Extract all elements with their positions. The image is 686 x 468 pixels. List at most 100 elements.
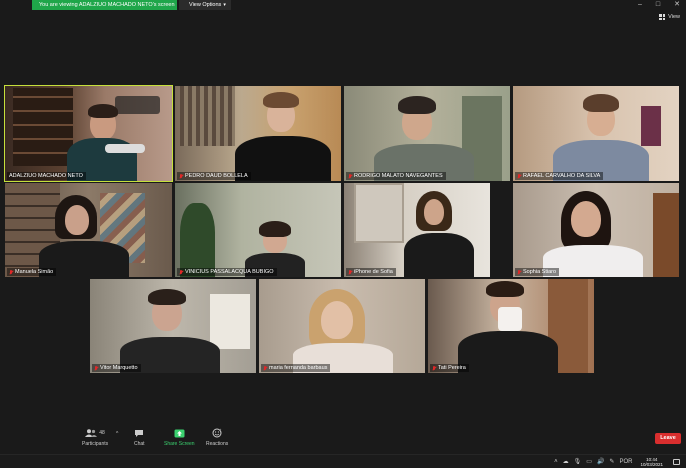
participant-name: Sophia Stiaro [523,269,557,275]
video-tile[interactable]: maria fernanda barbaus [259,279,425,373]
plant [180,203,215,277]
chat-button[interactable]: Chat [134,428,145,447]
microphone-icon[interactable]: 🎙 [574,455,582,468]
mic-muted-icon [432,365,436,371]
participants-label: Participants [82,441,109,447]
video-tile[interactable]: RAFAEL CARVALHO DA SILVA [513,86,679,181]
participant-name-tag: Tati Pereira [430,364,469,372]
participant-name: Vitor Marquetto [100,365,138,371]
video-tile[interactable]: Vitor Marquetto [90,279,256,373]
door [653,193,679,277]
participant-hair [486,281,524,297]
notifications-icon[interactable] [673,459,680,465]
participants-icon: 48 [85,428,105,438]
video-tile[interactable]: PEDRO DAUD BOLLELA [175,86,341,181]
title-bar: You are viewing ADALZIUO MACHADO NETO's … [0,0,686,10]
window-blinds [180,86,235,146]
participant-face [571,201,601,237]
view-button-label: View [668,14,680,20]
minimize-button[interactable]: – [638,0,642,10]
participant-face [321,301,353,339]
mic-muted-icon [517,173,521,179]
participant-name-tag: RODRIGO MALATO NAVEGANTES [346,172,446,180]
chevron-down-icon: ▾ [223,2,226,8]
participant-name: Tati Pereira [438,365,466,371]
network-icon[interactable]: ▭ [586,455,592,468]
video-tile[interactable]: iPhone de Sofia [344,183,490,277]
participant-body [404,233,474,277]
participant-name-tag: Vitor Marquetto [92,364,141,372]
cloud-icon[interactable]: ☁ [563,455,569,468]
video-tile[interactable]: RODRIGO MALATO NAVEGANTES [344,86,510,181]
windows-taskbar: ˄ ☁ 🎙 ▭ 🔊 ✎ POR 10:44 10/03/2021 [0,454,686,468]
view-options-button[interactable]: View Options ▾ [179,0,231,10]
meeting-toolbar: 48 Participants ^ Chat Share Screen + Re… [0,424,686,454]
close-button[interactable]: ✕ [674,0,680,10]
screen-share-banner: You are viewing ADALZIUO MACHADO NETO's … [32,0,177,10]
bookshelf [13,88,73,166]
participant-face [65,205,89,235]
video-tile[interactable]: Manuela Simão [5,183,172,277]
participant-hair [148,289,186,305]
language-indicator[interactable]: POR [619,455,632,468]
mic-muted-icon [348,269,352,275]
participant-name-tag: Sophia Stiaro [515,268,560,276]
participant-name: RAFAEL CARVALHO DA SILVA [523,173,601,179]
chat-icon [134,428,144,438]
mic-muted-icon [348,173,352,179]
participants-button[interactable]: 48 Participants [82,428,108,447]
participant-name-tag: Manuela Simão [7,268,57,276]
svg-text:+: + [219,428,222,432]
chevron-up-icon[interactable]: ˄ [554,455,558,468]
maximize-button[interactable]: □ [656,0,660,10]
coffee-mug [498,307,522,331]
participants-count: 48 [99,430,105,436]
chat-label: Chat [134,441,145,447]
participant-body [458,331,558,373]
wall-map [115,96,160,114]
participant-name-tag: VINICIUS PASSALACQUA BUBIGO [177,268,277,276]
gallery-grid-icon [659,14,666,20]
mic-muted-icon [263,365,267,371]
clock-date: 10/03/2021 [640,462,663,467]
microphone [105,144,145,153]
participant-name: ADALZIUO MACHADO NETO [9,173,83,179]
volume-icon[interactable]: 🔊 [597,455,604,468]
video-tile[interactable]: Sophia Stiaro [513,183,679,277]
share-screen-icon [174,428,185,438]
video-tile[interactable]: Tati Pereira [428,279,594,373]
participant-name: Manuela Simão [15,269,54,275]
share-screen-button[interactable]: Share Screen [164,428,195,447]
participant-hair [398,96,436,114]
participant-name-tag: iPhone de Sofia [346,268,396,276]
view-button[interactable]: View [659,14,680,20]
participant-hair [88,104,118,118]
mic-muted-icon [9,269,13,275]
participant-name: PEDRO DAUD BOLLELA [185,173,248,179]
participant-name-tag: maria fernanda barbaus [261,364,331,372]
participant-name: RODRIGO MALATO NAVEGANTES [354,173,443,179]
window-controls: – □ ✕ [638,0,680,10]
share-screen-label: Share Screen [164,441,195,447]
mic-muted-icon [517,269,521,275]
reactions-label: Reactions [206,441,229,447]
participant-name-tag: PEDRO DAUD BOLLELA [177,172,251,180]
leave-button[interactable]: Leave [655,433,681,444]
clock[interactable]: 10:44 10/03/2021 [640,457,663,468]
participant-name: iPhone de Sofia [354,269,393,275]
system-tray: ˄ ☁ 🎙 ▭ 🔊 ✎ POR 10:44 10/03/2021 [554,455,686,468]
participant-name: VINICIUS PASSALACQUA BUBIGO [185,269,274,275]
zoom-window: You are viewing ADALZIUO MACHADO NETO's … [0,0,686,468]
window [354,183,404,243]
reactions-button[interactable]: + Reactions [206,428,228,447]
video-tile[interactable]: ADALZIUO MACHADO NETO [4,85,173,182]
reactions-icon: + [212,428,222,438]
pen-icon[interactable]: ✎ [609,455,614,468]
participant-face [424,199,444,225]
view-options-label: View Options [189,2,222,8]
video-tile[interactable]: VINICIUS PASSALACQUA BUBIGO [175,183,341,277]
wall-frame [210,294,250,349]
participant-hair [259,221,291,237]
wall-poster [641,106,661,146]
chevron-up-icon[interactable]: ^ [116,431,118,437]
